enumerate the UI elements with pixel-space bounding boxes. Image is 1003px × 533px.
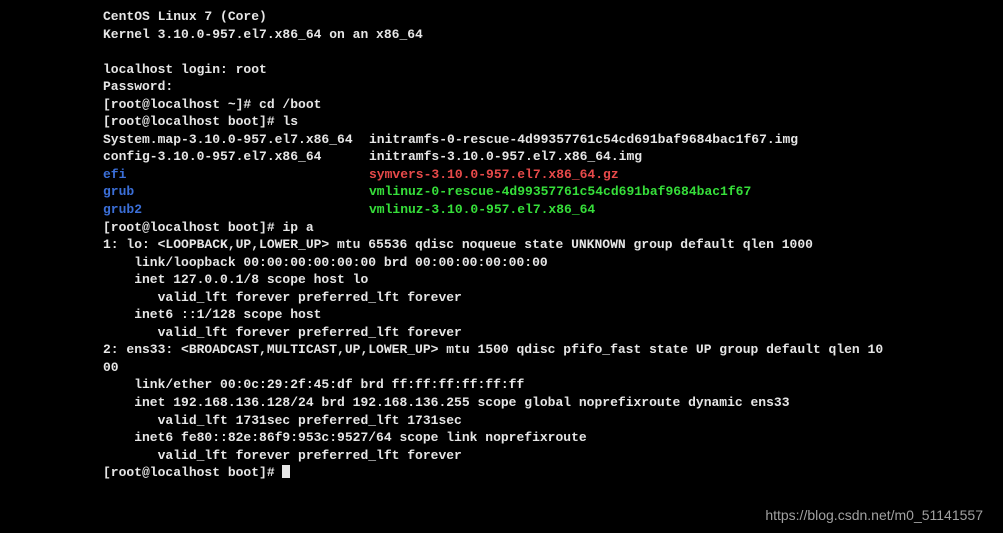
ls-row: grub2vmlinuz-3.10.0-957.el7.x86_64: [103, 201, 963, 219]
ip-output-line: valid_lft 1731sec preferred_lft 1731sec: [103, 412, 963, 430]
ip-output-line: inet6 fe80::82e:86f9:953c:9527/64 scope …: [103, 429, 963, 447]
os-banner-line1: CentOS Linux 7 (Core): [103, 8, 963, 26]
ip-output-line: 00: [103, 359, 963, 377]
dir-grub2: grub2: [103, 201, 369, 219]
password-prompt: Password:: [103, 78, 963, 96]
ip-output-line: inet 192.168.136.128/24 brd 192.168.136.…: [103, 394, 963, 412]
file-symvers: symvers-3.10.0-957.el7.x86_64.gz: [369, 167, 619, 182]
ip-output-line: valid_lft forever preferred_lft forever: [103, 324, 963, 342]
file-vmlinuz: vmlinuz-3.10.0-957.el7.x86_64: [369, 202, 595, 217]
ip-output-line: link/loopback 00:00:00:00:00:00 brd 00:0…: [103, 254, 963, 272]
cursor-icon: [282, 465, 290, 478]
shell-prompt: [root@localhost boot]#: [103, 114, 282, 129]
watermark-url: https://blog.csdn.net/m0_51141557: [765, 506, 983, 525]
ip-output-line: valid_lft forever preferred_lft forever: [103, 447, 963, 465]
ip-output-line: inet 127.0.0.1/8 scope host lo: [103, 271, 963, 289]
active-prompt-line[interactable]: [root@localhost boot]#: [103, 464, 963, 482]
command-cd: cd /boot: [259, 97, 321, 112]
login-prompt: localhost login:: [103, 62, 236, 77]
file-config: config-3.10.0-957.el7.x86_64: [103, 148, 369, 166]
shell-prompt: [root@localhost ~]#: [103, 97, 259, 112]
ip-output-line: inet6 ::1/128 scope host: [103, 306, 963, 324]
file-initramfs-rescue: initramfs-0-rescue-4d99357761c54cd691baf…: [369, 132, 798, 147]
dir-efi: efi: [103, 166, 369, 184]
ls-row: grubvmlinuz-0-rescue-4d99357761c54cd691b…: [103, 183, 963, 201]
ls-row: efisymvers-3.10.0-957.el7.x86_64.gz: [103, 166, 963, 184]
dir-grub: grub: [103, 183, 369, 201]
file-vmlinuz-rescue: vmlinuz-0-rescue-4d99357761c54cd691baf96…: [369, 184, 751, 199]
ls-row: config-3.10.0-957.el7.x86_64initramfs-3.…: [103, 148, 963, 166]
shell-prompt: [root@localhost boot]#: [103, 465, 282, 480]
terminal[interactable]: CentOS Linux 7 (Core) Kernel 3.10.0-957.…: [103, 8, 963, 482]
ip-output-line: link/ether 00:0c:29:2f:45:df brd ff:ff:f…: [103, 376, 963, 394]
os-banner-line2: Kernel 3.10.0-957.el7.x86_64 on an x86_6…: [103, 26, 963, 44]
login-user: root: [236, 62, 267, 77]
login-prompt-line: localhost login: root: [103, 61, 963, 79]
ls-row: System.map-3.10.0-957.el7.x86_64initramf…: [103, 131, 963, 149]
file-system-map: System.map-3.10.0-957.el7.x86_64: [103, 131, 369, 149]
command-ls: ls: [282, 114, 298, 129]
file-initramfs: initramfs-3.10.0-957.el7.x86_64.img: [369, 149, 642, 164]
ip-output-line: 1: lo: <LOOPBACK,UP,LOWER_UP> mtu 65536 …: [103, 236, 963, 254]
ip-output-line: valid_lft forever preferred_lft forever: [103, 289, 963, 307]
ip-output-line: 2: ens33: <BROADCAST,MULTICAST,UP,LOWER_…: [103, 341, 963, 359]
shell-prompt: [root@localhost boot]#: [103, 220, 282, 235]
command-ip: ip a: [282, 220, 313, 235]
